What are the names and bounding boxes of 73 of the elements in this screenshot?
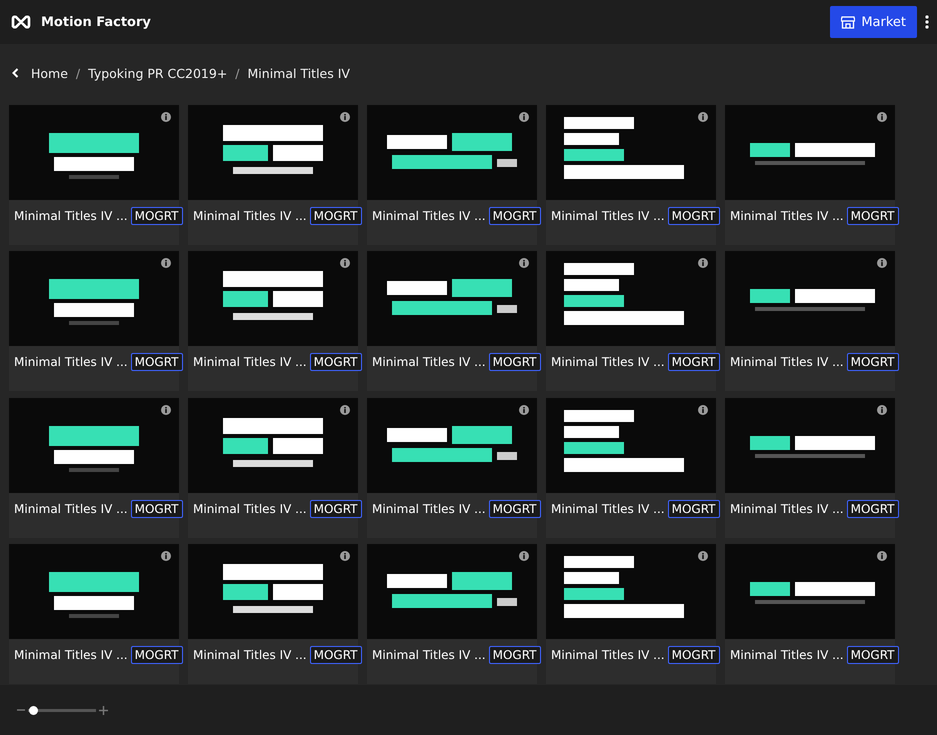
info-icon[interactable] [877,404,887,414]
card-title: Minimal Titles IV ... [372,355,486,370]
zoom-in-icon[interactable] [99,706,108,714]
info-icon[interactable] [698,404,708,414]
card-title: Minimal Titles IV ... [14,355,128,370]
card-title: Minimal Titles IV ... [730,209,844,223]
info-icon[interactable] [161,550,171,561]
info-icon[interactable] [340,550,350,561]
card-title: Minimal Titles IV ... [730,355,844,370]
info-icon[interactable] [340,404,350,414]
more-options-icon[interactable] [925,15,929,29]
mogrt-badge: MOGRT [668,207,720,225]
card-title: Minimal Titles IV ... [551,209,665,223]
mogrt-badge: MOGRT [488,207,541,225]
info-icon[interactable] [161,112,171,122]
mogrt-badge: MOGRT [130,207,183,225]
mogrt-badge: MOGRT [130,353,183,372]
breadcrumb-link[interactable]: Minimal Titles IV [248,66,350,80]
mogrt-badge: MOGRT [130,646,183,664]
info-icon[interactable] [877,112,887,122]
card-title: Minimal Titles IV ... [372,209,486,223]
info-icon[interactable] [877,550,887,561]
market-button[interactable]: Market [830,6,917,38]
card-title: Minimal Titles IV ... [14,209,128,223]
mogrt-badge: MOGRT [488,646,541,664]
card-title: Minimal Titles IV ... [193,648,307,662]
breadcrumb-separator: / [76,66,80,80]
card-title: Minimal Titles IV ... [193,502,307,516]
mogrt-badge: MOGRT [488,500,541,518]
mogrt-badge: MOGRT [668,500,720,518]
card-title: Minimal Titles IV ... [551,355,665,370]
logo-icon [10,14,32,30]
info-icon[interactable] [877,258,887,268]
zoom-slider[interactable] [28,708,96,712]
store-icon [841,16,856,28]
mogrt-badge: MOGRT [310,500,362,518]
card-title: Minimal Titles IV ... [372,502,486,516]
mogrt-badge: MOGRT [846,646,899,664]
mogrt-badge: MOGRT [310,207,362,225]
card-title: Minimal Titles IV ... [551,648,665,662]
mogrt-badge: MOGRT [668,353,720,372]
card-title: Minimal Titles IV ... [193,355,307,370]
info-icon[interactable] [519,404,529,414]
info-icon[interactable] [340,112,350,122]
mogrt-badge: MOGRT [846,207,899,225]
info-icon[interactable] [519,550,529,561]
info-icon[interactable] [519,258,529,268]
breadcrumb-link[interactable]: Home [31,66,68,80]
mogrt-badge: MOGRT [846,353,899,372]
mogrt-badge: MOGRT [846,500,899,518]
breadcrumb-link[interactable]: Typoking PR CC2019+ [88,66,228,80]
card-title: Minimal Titles IV ... [730,502,844,516]
card-title: Minimal Titles IV ... [372,648,486,662]
info-icon[interactable] [698,112,708,122]
mogrt-badge: MOGRT [310,646,362,664]
mogrt-badge: MOGRT [130,500,183,518]
card-title: Minimal Titles IV ... [14,648,128,662]
card-title: Minimal Titles IV ... [14,502,128,516]
info-icon[interactable] [698,550,708,561]
back-icon[interactable] [12,68,19,78]
mogrt-badge: MOGRT [310,353,362,372]
card-title: Minimal Titles IV ... [730,648,844,662]
info-icon[interactable] [519,112,529,122]
info-icon[interactable] [161,404,171,414]
info-icon[interactable] [161,258,171,268]
mogrt-badge: MOGRT [668,646,720,664]
card-title: Minimal Titles IV ... [551,502,665,516]
info-icon[interactable] [698,258,708,268]
info-icon[interactable] [340,258,350,268]
card-title: Minimal Titles IV ... [193,209,307,223]
mogrt-badge: MOGRT [488,353,541,372]
breadcrumb-separator: / [235,66,240,80]
app-title: Motion Factory [41,14,152,30]
